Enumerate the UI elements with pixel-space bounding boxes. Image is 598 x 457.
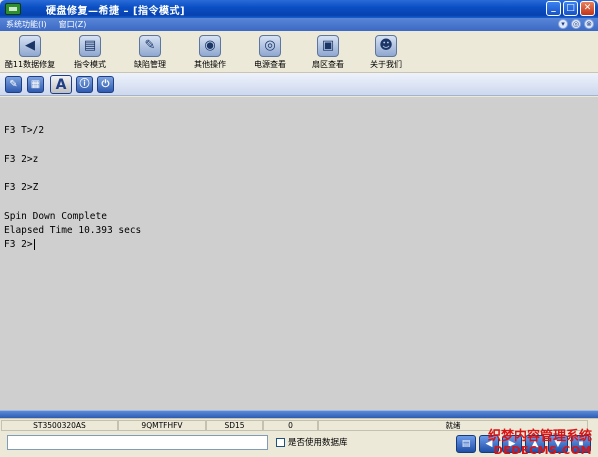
status-serial: 9QMTFHFV <box>118 420 206 431</box>
mdi-close-button[interactable]: ⊗ <box>584 19 594 29</box>
command-input[interactable] <box>7 435 268 450</box>
close-button[interactable]: ✕ <box>580 1 595 16</box>
status-model: ST3500320AS <box>1 420 118 431</box>
status-value: 0 <box>263 420 318 431</box>
list-icon[interactable]: ▤ <box>456 435 476 453</box>
info-icon[interactable]: ⓘ <box>76 76 93 93</box>
save-icon[interactable]: ▦ <box>27 76 44 93</box>
panel-splitter[interactable] <box>0 410 598 418</box>
toolbar-defect-management-button[interactable]: ✎ 缺陷管理 <box>120 35 180 71</box>
terminal-line: Spin Down Complete <box>4 211 107 222</box>
use-database-label: 是否使用数据库 <box>288 438 348 448</box>
sector-window-icon: ▣ <box>317 35 339 57</box>
power-icon[interactable]: ⏻ <box>97 76 114 93</box>
text-caret <box>33 239 35 250</box>
command-terminal[interactable]: F3 T>/2 F3 2>z F3 2>Z Spin Down Complete… <box>0 97 598 410</box>
tools-icon: ✎ <box>139 35 161 57</box>
user-icon: ☻ <box>375 35 397 57</box>
toolbar-command-mode-button[interactable]: ▤ 指令模式 <box>60 35 120 71</box>
toolbar-about-us-button[interactable]: ☻ 关于我们 <box>356 35 416 71</box>
minimize-button[interactable]: _ <box>546 1 561 16</box>
edit-icon[interactable]: ✎ <box>5 76 22 93</box>
terminal-prompt: F3 2> <box>4 239 35 250</box>
command-book-icon: ▤ <box>79 35 101 57</box>
toolbar-power-view-button[interactable]: ◎ 电源查看 <box>240 35 300 71</box>
secondary-toolbar: ✎ ▦ A ⓘ ⏻ <box>0 73 598 96</box>
app-icon[interactable] <box>5 3 21 15</box>
terminal-line: F3 T>/2 <box>4 125 45 136</box>
terminal-prompt-text: F3 2> <box>4 239 33 250</box>
status-ready-text: 就绪 <box>445 421 461 430</box>
use-database-checkbox[interactable] <box>276 438 285 447</box>
mdi-minimize-button[interactable]: ▾ <box>558 19 568 29</box>
toolbar-other-operations-button[interactable]: ◉ 其他操作 <box>180 35 240 71</box>
watermark-line-2: DEDECMS.COM <box>493 444 592 457</box>
back-arrow-icon: ◀ <box>19 35 41 57</box>
font-icon[interactable]: A <box>50 75 72 94</box>
power-disc-icon: ◎ <box>259 35 281 57</box>
maximize-button[interactable]: □ <box>563 1 578 16</box>
main-toolbar: ◀ 酷11数据修复 ▤ 指令模式 ✎ 缺陷管理 ◉ 其他操作 ◎ 电源查看 ▣ … <box>0 31 598 73</box>
menu-window[interactable]: 窗口(Z) <box>59 19 87 30</box>
toolbar-data-repair-button[interactable]: ◀ 酷11数据修复 <box>0 35 60 71</box>
disk-gear-icon: ◉ <box>199 35 221 57</box>
menu-bar: 系统功能(I) 窗口(Z) ▾ ◎ ⊗ <box>0 18 598 31</box>
terminal-line: F3 2>z <box>4 154 39 165</box>
menu-system[interactable]: 系统功能(I) <box>6 19 47 30</box>
terminal-line: Elapsed Time 10.393 secs <box>4 225 142 236</box>
watermark-line-1: 织梦内容管理系统 <box>487 429 592 444</box>
terminal-line: F3 2>Z <box>4 182 39 193</box>
status-firmware: SD15 <box>206 420 263 431</box>
toolbar-sector-view-button[interactable]: ▣ 扇区查看 <box>298 35 358 71</box>
watermark: 织梦内容管理系统 DEDECMS.COM <box>488 425 592 457</box>
title-bar: 硬盘修复—希捷 – [指令模式] _ □ ✕ <box>0 0 598 18</box>
mdi-restore-button[interactable]: ◎ <box>571 19 581 29</box>
window-title: 硬盘修复—希捷 – [指令模式] <box>46 5 186 17</box>
